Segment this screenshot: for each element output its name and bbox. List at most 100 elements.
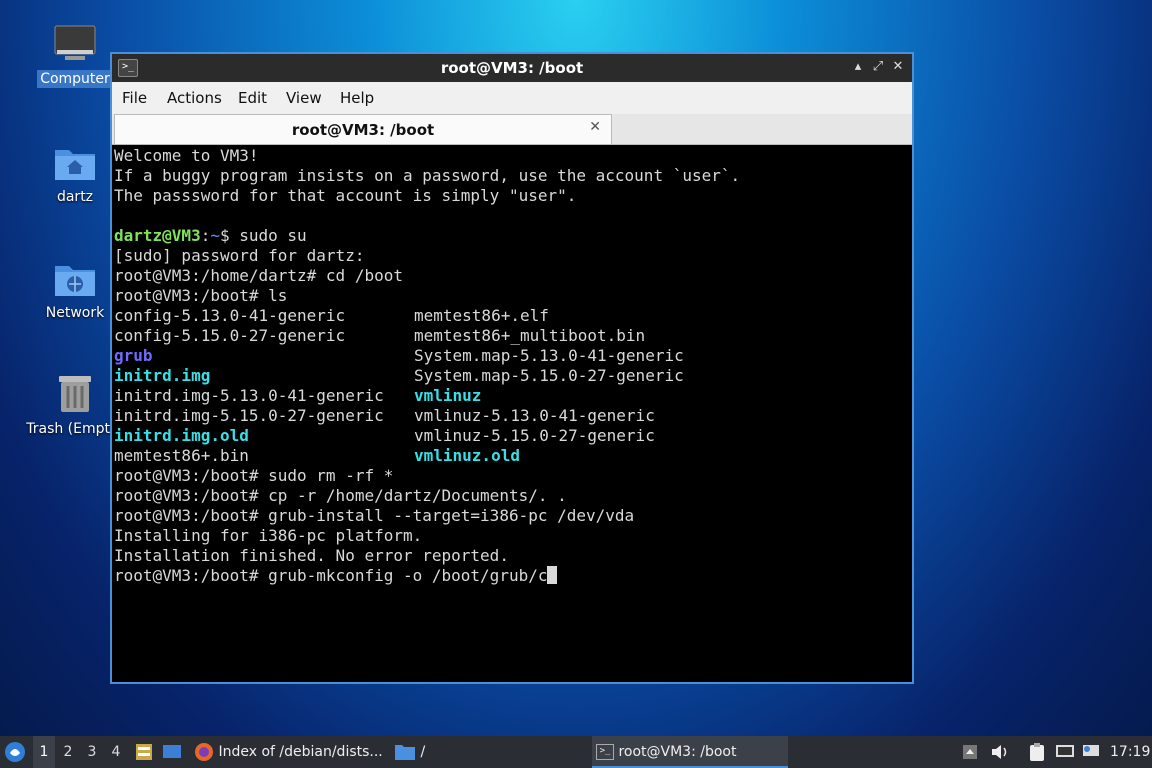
window-titlebar[interactable]: >_ root@VM3: /boot ▴ ⤢ ✕ — [112, 54, 912, 82]
ls-entry: initrd.img-5.13.0-41-generic — [114, 386, 384, 405]
ls-entry: config-5.15.0-27-generic — [114, 326, 346, 345]
network-folder-icon — [53, 256, 97, 300]
workspace-3[interactable]: 3 — [81, 736, 103, 768]
tray-notifications[interactable] — [962, 736, 980, 768]
ls-row: initrd.img-5.13.0-41-generic vmlinuz — [114, 386, 910, 406]
terminal-line: [sudo] password for dartz: — [114, 246, 365, 265]
prompt-path: ~ — [210, 226, 220, 245]
ls-entry: memtest86+.bin — [114, 446, 249, 465]
speaker-icon — [992, 745, 1007, 759]
maximize-button[interactable]: ⤢ — [870, 58, 886, 76]
menu-edit[interactable]: Edit — [238, 89, 267, 107]
terminal-line: Installation finished. No error reported… — [114, 546, 509, 565]
task-label: Index of /debian/dists... — [218, 744, 383, 760]
ls-entry-link: initrd.img.old — [114, 426, 249, 445]
tray-volume[interactable] — [990, 736, 1010, 768]
ls-row: grub System.map-5.13.0-41-generic — [114, 346, 910, 366]
prompt-sep: : — [200, 226, 211, 245]
desktop-icon — [163, 745, 181, 758]
workspace-4[interactable]: 4 — [105, 736, 127, 768]
task-firefox[interactable]: Index of /debian/dists... — [194, 736, 390, 768]
ls-entry: vmlinuz-5.13.0-41-generic — [414, 406, 655, 425]
text-cursor — [547, 566, 558, 584]
ls-entry: config-5.13.0-41-generic — [114, 306, 346, 325]
prompt-line: dartz@VM3:~$ sudo su — [114, 226, 910, 246]
trash-icon — [53, 372, 97, 416]
clock[interactable]: 17:19 — [1110, 736, 1150, 768]
minimize-button[interactable]: ▴ — [850, 58, 866, 76]
ls-entry: initrd.img-5.15.0-27-generic — [114, 406, 384, 425]
file-manager-launcher[interactable] — [134, 736, 154, 768]
terminal-line: root@VM3:/boot# sudo rm -rf * — [114, 466, 394, 485]
menu-view[interactable]: View — [286, 89, 322, 107]
task-terminal[interactable]: >_ root@VM3: /boot — [592, 736, 788, 768]
workspace-1[interactable]: 1 — [33, 736, 55, 768]
file-cabinet-icon — [136, 744, 152, 760]
ls-row: initrd.img.old vmlinuz-5.15.0-27-generic — [114, 426, 910, 446]
menu-help[interactable]: Help — [340, 89, 374, 107]
show-desktop-button[interactable] — [162, 736, 184, 768]
desktop-icon-home[interactable]: dartz — [30, 140, 120, 206]
terminal-window: >_ root@VM3: /boot ▴ ⤢ ✕ File Actions Ed… — [110, 52, 914, 684]
terminal-output[interactable]: Welcome to VM3! If a buggy program insis… — [114, 146, 910, 680]
ls-entry-link: vmlinuz — [414, 386, 482, 405]
ls-entry-link: vmlinuz.old — [414, 446, 520, 465]
terminal-line: If a buggy program insists on a password… — [114, 166, 741, 185]
tab-bar: root@VM3: /boot ✕ — [112, 114, 912, 145]
current-input-line[interactable]: root@VM3:/boot# grub-mkconfig -o /boot/g… — [114, 566, 910, 586]
start-menu-button[interactable] — [4, 736, 30, 768]
task-file-manager[interactable]: / — [394, 736, 434, 768]
window-title: root@VM3: /boot — [440, 59, 584, 77]
terminal-line: root@VM3:/boot# cp -r /home/dartz/Docume… — [114, 486, 567, 505]
computer-icon — [53, 22, 97, 66]
close-button[interactable]: ✕ — [890, 58, 906, 76]
task-label: root@VM3: /boot — [618, 744, 737, 760]
ls-entry: memtest86+.elf — [414, 306, 549, 325]
menu-file[interactable]: File — [122, 89, 147, 107]
terminal-icon: >_ — [596, 744, 614, 760]
current-command: root@VM3:/boot# grub-mkconfig -o /boot/g… — [114, 566, 548, 585]
terminal-line: root@VM3:/boot# ls — [114, 286, 288, 305]
tray-network[interactable] — [1055, 736, 1077, 768]
taskbar: 1 2 3 4 Index of /debian/dists... / >_ r… — [0, 736, 1152, 768]
tray-clipboard[interactable] — [1028, 736, 1048, 768]
ls-entry-dir: grub — [114, 346, 153, 365]
desktop-icon-computer[interactable]: Computer — [30, 22, 120, 88]
tab-terminal[interactable]: root@VM3: /boot ✕ — [114, 114, 612, 144]
clipboard-icon — [1030, 743, 1044, 761]
desktop-icon-label: Network — [45, 305, 105, 321]
app-menu-icon — [5, 742, 25, 762]
folder-icon — [395, 745, 415, 760]
terminal-line: The passsword for that account is simply… — [114, 186, 577, 205]
monitor-icon — [1083, 745, 1099, 756]
ls-entry: System.map-5.15.0-27-generic — [414, 366, 684, 385]
tab-title: root@VM3: /boot — [291, 121, 435, 139]
ls-entry: vmlinuz-5.15.0-27-generic — [414, 426, 655, 445]
terminal-line: Installing for i386-pc platform. — [114, 526, 423, 545]
ls-entry: System.map-5.13.0-41-generic — [414, 346, 684, 365]
ls-entry: memtest86+_multiboot.bin — [414, 326, 646, 345]
firefox-icon — [195, 743, 213, 761]
desktop-icon-label: dartz — [56, 189, 94, 205]
menu-bar: File Actions Edit View Help — [112, 82, 912, 114]
workspace-2[interactable]: 2 — [57, 736, 79, 768]
up-arrow-icon — [963, 745, 977, 759]
desktop-icon-label: Computer — [37, 70, 113, 88]
ls-row: initrd.img-5.15.0-27-generic vmlinuz-5.13… — [114, 406, 910, 426]
prompt-command: sudo su — [239, 226, 307, 245]
task-label: / — [420, 744, 426, 760]
tray-updates[interactable] — [1082, 736, 1102, 768]
close-icon[interactable]: ✕ — [589, 119, 601, 135]
prompt-end: $ — [219, 226, 240, 245]
desktop-icon-network[interactable]: Network — [30, 256, 120, 322]
terminal-line: root@VM3:/boot# grub-install --target=i3… — [114, 506, 635, 525]
ls-row: config-5.13.0-41-generic memtest86+.elf — [114, 306, 910, 326]
home-folder-icon — [53, 140, 97, 184]
menu-actions[interactable]: Actions — [167, 89, 222, 107]
terminal-line: Welcome to VM3! — [114, 146, 259, 165]
ls-row: config-5.15.0-27-generic memtest86+_multi… — [114, 326, 910, 346]
ls-row: memtest86+.bin vmlinuz.old — [114, 446, 910, 466]
ls-row: initrd.img System.map-5.15.0-27-generic — [114, 366, 910, 386]
ls-entry-link: initrd.img — [114, 366, 211, 385]
